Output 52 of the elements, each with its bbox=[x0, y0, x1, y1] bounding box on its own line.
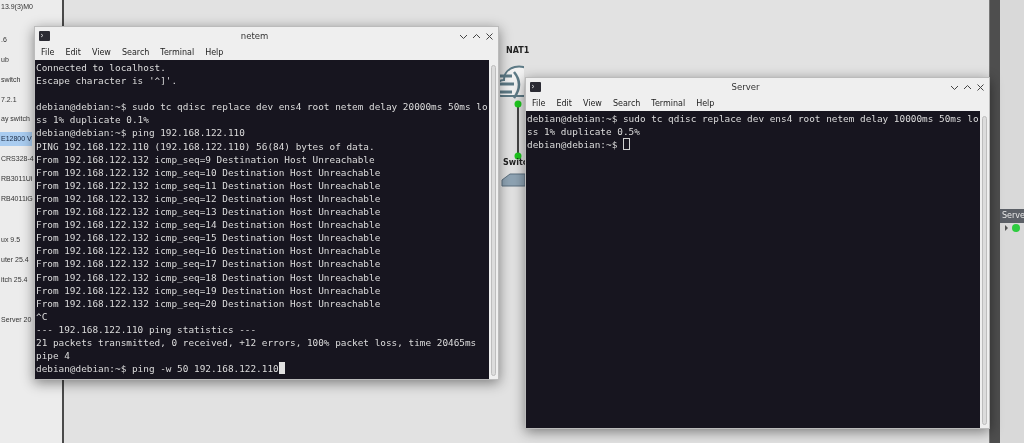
close-icon[interactable] bbox=[485, 31, 494, 41]
menu-item[interactable]: Terminal bbox=[651, 99, 686, 108]
window-title: netem bbox=[239, 31, 270, 41]
terminal-line: ^C bbox=[36, 309, 48, 323]
menu-item[interactable]: Help bbox=[696, 99, 715, 108]
terminal-line: debian@debian:~$ ping -w 50 192.168.122.110 bbox=[36, 363, 279, 375]
terminal-icon bbox=[39, 31, 50, 41]
menu-item[interactable]: Terminal bbox=[160, 48, 195, 57]
terminal-line: 21 packets transmitted, 0 received, +12 errors, 100% packet loss, time 20465ms bbox=[36, 335, 477, 350]
menu-item[interactable]: Search bbox=[612, 99, 641, 108]
menu-item[interactable]: File bbox=[532, 99, 546, 108]
terminal-line: debian@debian:~$ sudo tc qdisc replace dev ens4 root netem delay 10000ms 50ms lo bbox=[527, 112, 979, 126]
terminal-line: Escape character is '^]'. bbox=[36, 74, 178, 88]
menu-item[interactable]: Help bbox=[205, 48, 224, 57]
switch-icon[interactable] bbox=[500, 172, 526, 188]
terminal-line: From 192.168.122.132 icmp_seq=9 Destination Host Unreachable bbox=[36, 152, 375, 166]
menu-item[interactable]: Edit bbox=[65, 48, 81, 57]
menu-item[interactable]: Edit bbox=[556, 99, 572, 108]
terminal-line: From 192.168.122.132 icmp_seq=15 Destination Host Unreachable bbox=[36, 231, 381, 245]
terminal-line: Connected to localhost. bbox=[36, 61, 166, 75]
link-line bbox=[514, 100, 522, 160]
status-icon bbox=[1004, 224, 1020, 232]
maximize-icon[interactable] bbox=[472, 31, 481, 41]
terminal-icon bbox=[530, 82, 541, 92]
menu-item[interactable]: View bbox=[91, 48, 111, 57]
terminal-line: debian@debian:~$ bbox=[527, 139, 619, 151]
terminal-line: From 192.168.122.132 icmp_seq=10 Destination Host Unreachable bbox=[36, 165, 381, 179]
terminal-line: --- 192.168.122.110 ping statistics --- bbox=[36, 322, 257, 336]
menu-item[interactable]: File bbox=[41, 48, 55, 57]
terminal-line: From 192.168.122.132 icmp_seq=16 Destination Host Unreachable bbox=[36, 244, 381, 258]
terminal-line: From 192.168.122.132 icmp_seq=17 Destination Host Unreachable bbox=[36, 257, 381, 271]
terminal-line: debian@debian:~$ ping 192.168.122.110 bbox=[36, 126, 245, 140]
terminal-line: ss 1% duplicate 0.5% bbox=[527, 125, 640, 139]
panel-title: Serve bbox=[1000, 209, 1024, 223]
terminal-line: From 192.168.122.132 icmp_seq=11 Destination Host Unreachable bbox=[36, 178, 381, 192]
terminal-line: From 192.168.122.132 icmp_seq=20 Destination Host Unreachable bbox=[36, 296, 381, 310]
node-label: NAT1 bbox=[506, 46, 530, 55]
terminal-line: From 192.168.122.132 icmp_seq=12 Destination Host Unreachable bbox=[36, 191, 381, 206]
terminal-line: debian@debian:~$ sudo tc qdisc replace dev ens4 root netem delay 20000ms 50ms lo bbox=[36, 100, 488, 114]
window-title: Server bbox=[730, 82, 761, 92]
terminal-line: From 192.168.122.132 icmp_seq=13 Destination Host Unreachable bbox=[36, 205, 381, 219]
menu-item[interactable]: View bbox=[582, 99, 602, 108]
terminal-line: ss 1% duplicate 0.1% bbox=[36, 113, 149, 127]
maximize-icon[interactable] bbox=[963, 82, 972, 92]
menu-item[interactable]: Search bbox=[121, 48, 150, 57]
close-icon[interactable] bbox=[976, 82, 985, 92]
splitter-bar[interactable] bbox=[989, 0, 1000, 443]
terminal-line: pipe 4 bbox=[36, 349, 70, 363]
terminal-line: From 192.168.122.132 icmp_seq=18 Destination Host Unreachable bbox=[36, 270, 381, 284]
terminal-line: From 192.168.122.132 icmp_seq=14 Destination Host Unreachable bbox=[36, 218, 381, 232]
terminal-line: PING 192.168.122.110 (192.168.122.110) 56(84) bytes of data. bbox=[36, 139, 375, 153]
terminal-line: From 192.168.122.132 icmp_seq=19 Destination Host Unreachable bbox=[36, 283, 381, 297]
